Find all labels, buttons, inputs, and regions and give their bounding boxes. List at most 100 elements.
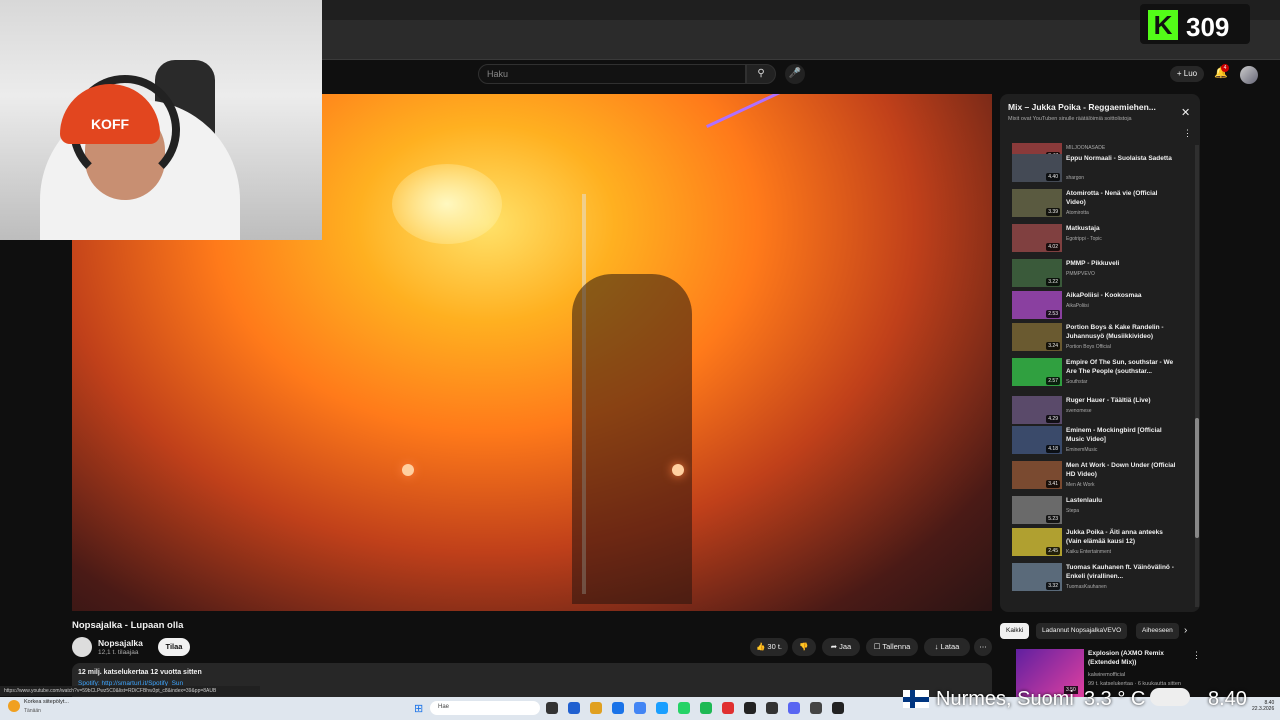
taskbar-app-icon[interactable] [612,702,624,714]
playlist-thumbnail[interactable]: 2.53 [1012,291,1062,319]
playlist-item-title[interactable]: Ruger Hauer - Täältiä (Live) [1066,396,1178,405]
like-button[interactable]: 👍 30 t. [750,638,788,656]
playlist-thumbnail[interactable]: 3.32 [1012,563,1062,591]
playlist-item-channel: svenomese [1066,408,1092,414]
playlist-item-title[interactable]: Matkustaja [1066,224,1178,233]
taskbar-app-icon[interactable] [590,702,602,714]
description-stats: 12 milj. katselukertaa 12 vuotta sitten [78,669,202,676]
recommendation-stats: 99 t. katselukertaa · 6 kuukautta sitten [1088,681,1181,687]
playlist-thumbnail[interactable]: 2.57 [1012,358,1062,386]
recommendation-title[interactable]: Explosion (AXMO Remix (Extended Mix)) [1088,649,1188,667]
playlist-item[interactable]: 4.40 Eppu Normaali - Suolaista Sadetta sha… [1012,154,1192,188]
taskbar-app-icon[interactable] [568,702,580,714]
taskbar-app-icon[interactable] [788,702,800,714]
taskbar-search[interactable]: Hae [430,701,540,715]
playlist-item[interactable]: 2.53 AikaPoliisi - Kookosmaa AikaPoliisi [1012,291,1192,325]
overlay-time: 8.40 [1208,688,1247,710]
playlist-item-title[interactable]: Eppu Normaali - Suolaista Sadetta [1066,154,1178,163]
stage-light [672,464,684,476]
duration-badge: 3.24 [1046,342,1060,350]
playlist-thumbnail[interactable]: 4.40 [1012,154,1062,182]
save-button[interactable]: ☐ Tallenna [866,638,918,656]
more-vert-icon[interactable]: ⋮ [1183,128,1192,139]
playlist-thumbnail[interactable]: 3.22 [1012,259,1062,287]
taskbar-app-icon[interactable] [656,702,668,714]
duration-badge: 2.57 [1046,377,1060,385]
playlist-item[interactable]: 2.57 Empire Of The Sun, southstar - We Ar… [1012,358,1192,392]
playlist-title[interactable]: Mix – Jukka Poika - Reggaemiehen... [1008,102,1178,112]
playlist-thumbnail[interactable]: 5.23 [1012,496,1062,524]
playlist-item[interactable]: 4.18 Eminem - Mockingbird [Official Music… [1012,426,1192,460]
playlist-item-title[interactable]: Men At Work - Down Under (Official HD Vi… [1066,461,1178,479]
playlist-item-title[interactable]: PMMP - Pikkuveli [1066,259,1178,268]
microphone-icon[interactable]: 🎤 [785,64,805,84]
overlay-location: Nurmes, Suomi [936,688,1074,710]
playlist-item-channel: Portion Boys Official [1066,344,1111,350]
share-button[interactable]: ➦ Jaa [822,638,860,656]
playlist-item[interactable]: 3.24 Portion Boys & Kake Randelin - Juhan… [1012,323,1192,357]
playlist-item[interactable]: 4.29 Ruger Hauer - Täältiä (Live) svenomes… [1012,396,1192,430]
create-button[interactable]: + Luo [1170,66,1204,82]
playlist-thumbnail[interactable]: 4.18 [1012,426,1062,454]
playlist-item-channel: Atomirotta [1066,210,1089,216]
recommendation-channel[interactable]: kalwiremofficial [1088,672,1125,678]
taskbar-app-icon[interactable] [700,702,712,714]
playlist-item[interactable]: 3.41 Men At Work - Down Under (Official H… [1012,461,1192,495]
taskbar-app-icon[interactable] [744,702,756,714]
playlist-item-title[interactable]: Jukka Poika - Äiti anna anteeks (Vain el… [1066,528,1178,546]
duration-badge: 3.39 [1046,208,1060,216]
save-label: Tallenna [882,642,911,651]
playlist-item-title[interactable]: Portion Boys & Kake Randelin - Juhannusy… [1066,323,1178,341]
dislike-button[interactable]: 👎 [792,638,816,656]
playlist-thumbnail[interactable]: 2.45 [1012,528,1062,556]
duration-badge: 4.40 [1046,173,1060,181]
laser-beam [706,94,798,128]
avatar[interactable] [1240,66,1258,84]
taskbar-app-icon[interactable] [634,702,646,714]
download-button[interactable]: ↓ Lataa [924,638,970,656]
chip-all[interactable]: Kaikki [1000,623,1030,639]
taskbar-app-icon[interactable] [546,702,558,714]
subscribe-button[interactable]: Tilaa [158,638,190,656]
search-icon[interactable]: ⚲ [746,64,776,84]
playlist-thumbnail[interactable]: 4.02 [1012,224,1062,252]
chevron-right-icon[interactable]: › [1184,625,1187,636]
taskbar-app-icon[interactable] [678,702,690,714]
playlist-item[interactable]: 3.22 PMMP - Pikkuveli PMMPVEVO [1012,259,1192,293]
taskbar-clock[interactable]: 8.40 22.3.2026 [1252,700,1274,712]
search-input[interactable]: Haku [478,64,746,84]
taskbar-app-icon[interactable] [722,702,734,714]
cloud-icon [1150,688,1190,706]
more-icon[interactable]: ⋯ [974,638,992,656]
weather-icon[interactable] [8,700,20,712]
more-vert-icon[interactable]: ⋮ [1192,650,1201,661]
taskbar-app-icon[interactable] [810,702,822,714]
playlist-item[interactable]: 2.45 Jukka Poika - Äiti anna anteeks (Vai… [1012,528,1192,562]
playlist-item-title[interactable]: Lastenlaulu [1066,496,1178,505]
channel-avatar[interactable] [72,637,92,657]
playlist-thumbnail[interactable]: 3.39 [1012,189,1062,217]
playlist-item-title[interactable]: Atomirotta - Nenä vie (Official Video) [1066,189,1178,207]
playlist-item-title[interactable]: Empire Of The Sun, southstar - We Are Th… [1066,358,1178,376]
close-icon[interactable]: ✕ [1181,106,1190,119]
weather-title[interactable]: Korkea siitepölyt... [24,699,69,705]
taskbar-app-icon[interactable] [766,702,778,714]
scrollbar-thumb[interactable] [1195,418,1199,538]
playlist-item[interactable]: 3.32 Tuomas Kauhanen ft. Väinövälinö - En… [1012,563,1192,597]
playlist-thumbnail[interactable]: 3.24 [1012,323,1062,351]
playlist-item-title[interactable]: Tuomas Kauhanen ft. Väinövälinö - Enkeli… [1066,563,1178,581]
playlist-item[interactable]: 4.02 Matkustaja Egotrippi - Topic [1012,224,1192,258]
chip-uploaded[interactable]: Ladannut NopsajalkaVEVO [1036,623,1128,639]
playlist-item-title[interactable]: AikaPoliisi - Kookosmaa [1066,291,1178,300]
playlist-thumbnail[interactable]: 4.29 [1012,396,1062,424]
duration-badge: 4.29 [1046,415,1060,423]
chip-related[interactable]: Aiheeseen [1136,623,1179,639]
channel-name[interactable]: Nopsajalka [98,638,143,648]
windows-start-icon[interactable]: ⊞ [414,702,423,715]
stage-light [402,464,414,476]
playlist-item[interactable]: 3.39 Atomirotta - Nenä vie (Official Vide… [1012,189,1192,223]
playlist-item[interactable]: 5.23 Lastenlaulu Stepa [1012,496,1192,530]
playlist-item-title[interactable]: Eminem - Mockingbird [Official Music Vid… [1066,426,1178,444]
playlist-thumbnail[interactable]: 3.41 [1012,461,1062,489]
taskbar-app-icon[interactable] [832,702,844,714]
